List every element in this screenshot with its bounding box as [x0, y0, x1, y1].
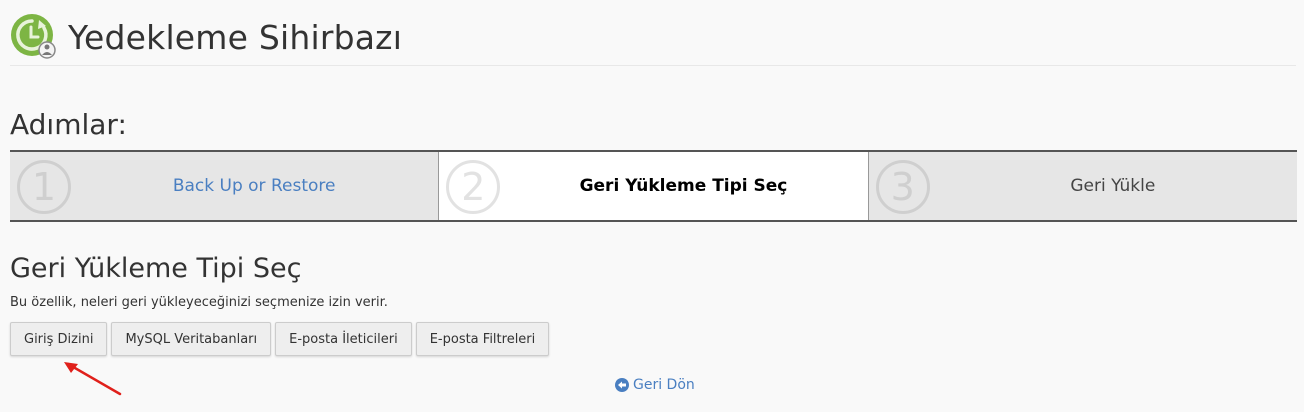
page-header: Yedekleme Sihirbazı	[10, 10, 1296, 66]
go-back-label: Geri Dön	[633, 377, 695, 393]
home-directory-button[interactable]: Giriş Dizini	[10, 322, 108, 356]
step-restore: 3 Geri Yükle	[867, 152, 1297, 220]
restore-type-buttons: Giriş Dizini MySQL Veritabanları E-posta…	[10, 322, 550, 356]
arrow-circle-left-icon	[615, 378, 629, 392]
step-number-1: 1	[17, 160, 71, 214]
email-forwarders-button[interactable]: E-posta İleticileri	[275, 322, 412, 356]
step-number-3: 3	[875, 160, 930, 214]
page-title: Yedekleme Sihirbazı	[68, 18, 403, 57]
go-back-link[interactable]: Geri Dön	[615, 377, 695, 393]
wizard-steps: 1 Back Up or Restore 2 Geri Yükleme Tipi…	[10, 150, 1297, 222]
step-label-1[interactable]: Back Up or Restore	[70, 152, 438, 220]
step-backup-or-restore[interactable]: 1 Back Up or Restore	[10, 152, 439, 220]
step-label-2: Geri Yükleme Tipi Seç	[579, 176, 788, 196]
mysql-databases-button[interactable]: MySQL Veritabanları	[111, 322, 272, 356]
steps-heading: Adımlar:	[10, 108, 127, 141]
annotation-arrow-icon	[64, 362, 122, 396]
backup-wizard-icon	[11, 14, 56, 59]
section-title: Geri Yükleme Tipi Seç	[10, 253, 302, 284]
email-filters-button[interactable]: E-posta Filtreleri	[415, 322, 550, 356]
step-label-3: Geri Yükle	[1070, 176, 1156, 196]
section-description: Bu özellik, neleri geri yükleyeceğinizi …	[10, 295, 388, 310]
step-number-2: 2	[446, 160, 501, 214]
step-select-restore-type: 2 Geri Yükleme Tipi Seç	[438, 152, 868, 220]
